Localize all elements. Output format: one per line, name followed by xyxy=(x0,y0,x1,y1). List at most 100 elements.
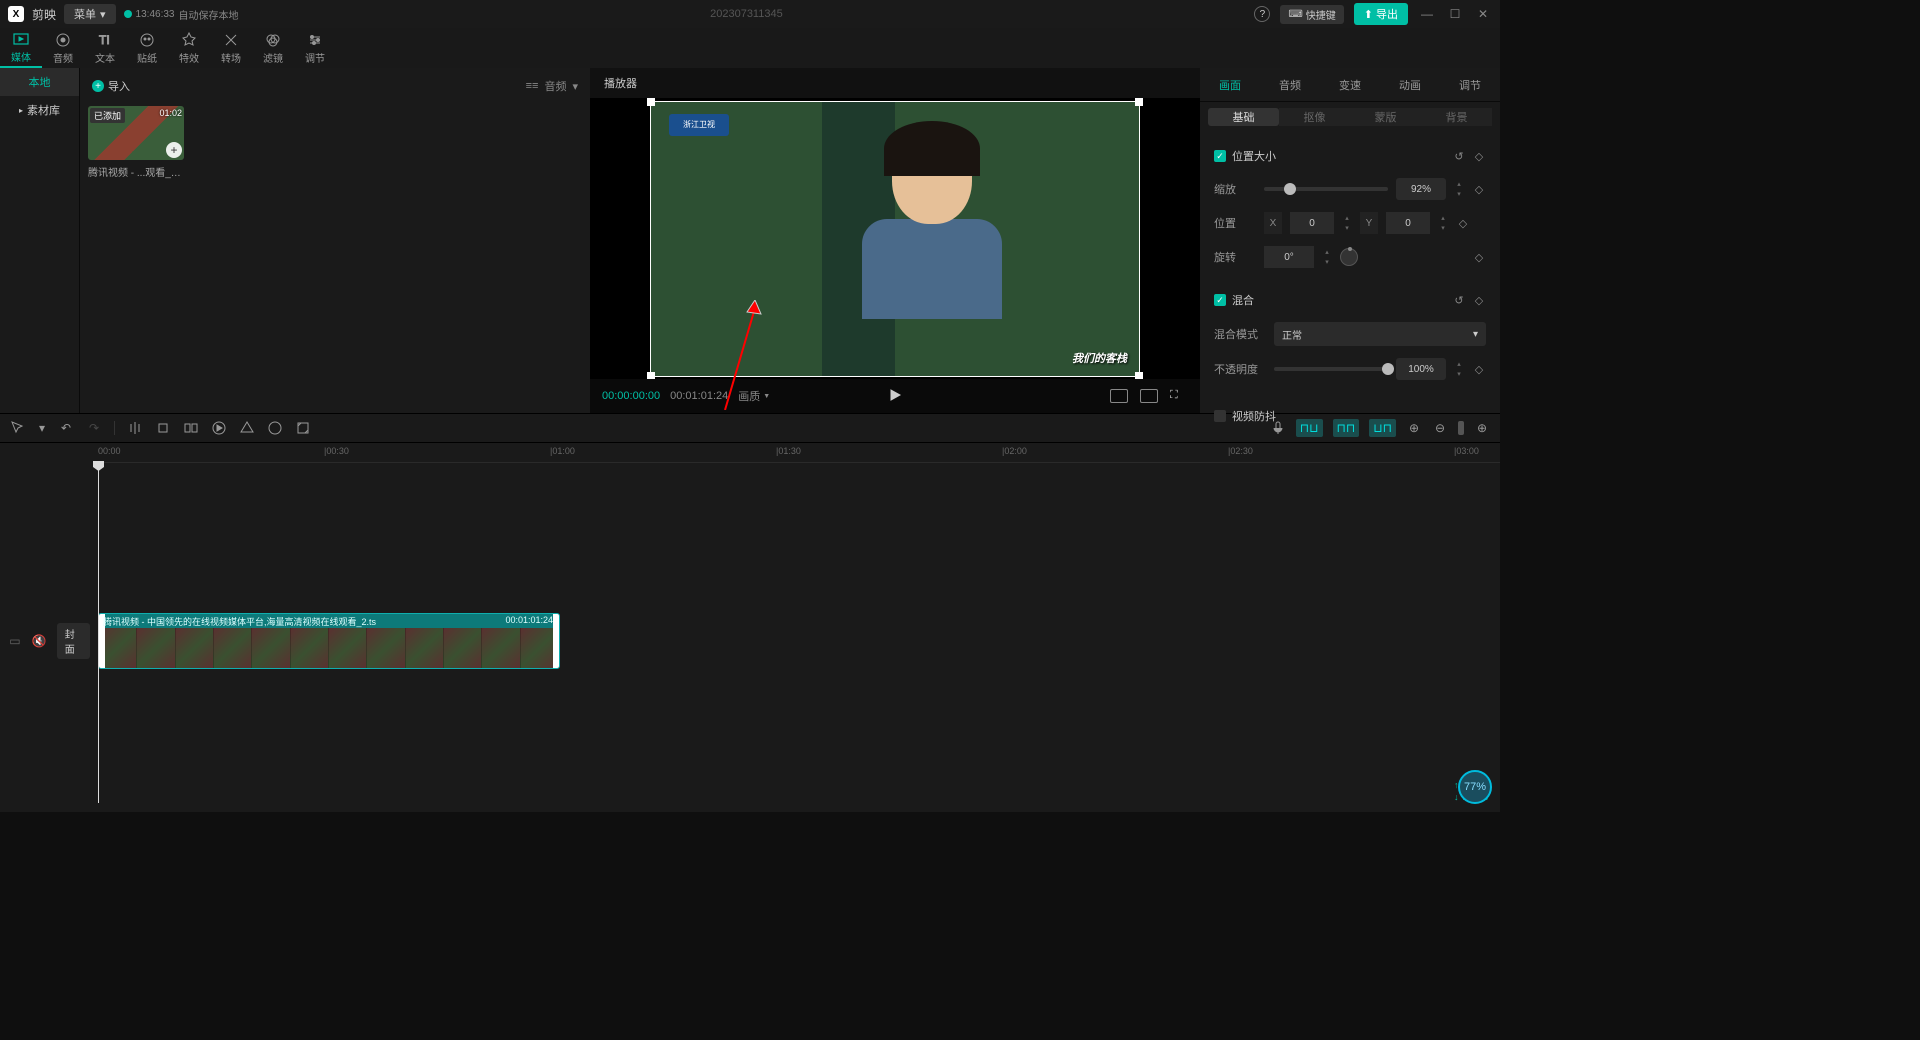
zoom-out-icon[interactable]: ⊖ xyxy=(1432,420,1448,436)
compare-icon[interactable] xyxy=(1110,389,1128,403)
lbl-x: X xyxy=(1264,212,1282,234)
export-button[interactable]: ⬆ 导出 xyxy=(1354,3,1408,25)
align-icon[interactable]: ⊕ xyxy=(1406,420,1422,436)
time-current: 00:00:00:00 xyxy=(602,390,660,402)
tab-filter[interactable]: 滤镜 xyxy=(252,28,294,68)
keyframe-position-icon[interactable]: ◇ xyxy=(1472,149,1486,163)
clip-duration: 00:01:01:24 xyxy=(505,615,553,625)
chk-position[interactable]: ✓ xyxy=(1214,150,1226,162)
tab-text[interactable]: TI文本 xyxy=(84,28,126,68)
shortcuts-button[interactable]: ⌨ 快捷键 xyxy=(1280,5,1343,24)
slider-opacity[interactable] xyxy=(1274,367,1388,371)
prop-tab-speed[interactable]: 变速 xyxy=(1320,68,1380,101)
tracks-area[interactable]: ▭ 🔇 封面 腾讯视频 - 中国领先的在线视频媒体平台,海量高清视频在线观看_2… xyxy=(0,463,1500,803)
prop-tab-audio[interactable]: 音频 xyxy=(1260,68,1320,101)
prop-tab-picture[interactable]: 画面 xyxy=(1200,68,1260,101)
keyframe-rot-icon[interactable]: ◇ xyxy=(1472,250,1486,264)
prop-tab-anim[interactable]: 动画 xyxy=(1380,68,1440,101)
svg-text:TI: TI xyxy=(99,33,110,47)
play-icon[interactable] xyxy=(888,388,902,405)
tab-transition[interactable]: 转场 xyxy=(210,28,252,68)
subtab-basic[interactable]: 基础 xyxy=(1208,108,1279,126)
rotate-icon[interactable] xyxy=(295,420,311,436)
freeze-icon[interactable] xyxy=(211,420,227,436)
thumb-added-badge: 已添加 xyxy=(90,108,125,123)
keyframe-opacity-icon[interactable]: ◇ xyxy=(1472,362,1486,376)
media-thumb[interactable]: 已添加 01:02 + 腾讯视频 - ...观看_2.ts xyxy=(88,106,184,179)
time-ruler[interactable]: 00:00 |00:30 |01:00 |01:30 |02:00 |02:30… xyxy=(98,443,1500,463)
properties-panel: 画面 音频 变速 动画 调节 基础 抠像 蒙版 背景 ✓ 位置大小 ↺ ◇ 缩放… xyxy=(1200,68,1500,413)
crop-left-icon[interactable] xyxy=(183,420,199,436)
app-name: 剪映 xyxy=(32,6,56,23)
scale-step-down[interactable]: ▾ xyxy=(1454,189,1464,199)
keyframe-scale-icon[interactable]: ◇ xyxy=(1472,182,1486,196)
tab-media[interactable]: 媒体 xyxy=(0,28,42,68)
import-button[interactable]: +导入 xyxy=(92,78,130,94)
pos-x-value[interactable]: 0 xyxy=(1290,212,1334,234)
select-tool-icon[interactable] xyxy=(10,420,26,436)
track-mute-icon[interactable]: 🔇 xyxy=(32,633,47,649)
tab-audio[interactable]: 音频 xyxy=(42,28,84,68)
lbl-opacity: 不透明度 xyxy=(1214,361,1266,377)
quality-dropdown[interactable]: 画质▼ xyxy=(738,388,770,404)
zoom-slider[interactable] xyxy=(1458,421,1464,435)
delete-icon[interactable] xyxy=(155,420,171,436)
keyframe-pos-icon[interactable]: ◇ xyxy=(1456,216,1470,230)
subtab-mask[interactable]: 蒙版 xyxy=(1350,108,1421,126)
sort-dropdown[interactable]: ≡≡音频▾ xyxy=(526,78,578,94)
player-title: 播放器 xyxy=(590,68,1200,98)
mic-icon[interactable] xyxy=(1270,420,1286,436)
pos-y-value[interactable]: 0 xyxy=(1386,212,1430,234)
subtab-cutout[interactable]: 抠像 xyxy=(1279,108,1350,126)
chk-blend[interactable]: ✓ xyxy=(1214,294,1226,306)
section-blend-title: 混合 xyxy=(1232,292,1254,308)
snap-aux-icon[interactable]: ⊓⊓ xyxy=(1333,419,1360,437)
slider-scale[interactable] xyxy=(1264,187,1388,191)
opacity-value[interactable]: 100% xyxy=(1396,358,1446,380)
side-tab-library[interactable]: ▸素材库 xyxy=(0,96,79,124)
reverse-icon[interactable] xyxy=(239,420,255,436)
zoom-in-icon[interactable]: ⊕ xyxy=(1474,420,1490,436)
split-icon[interactable] xyxy=(127,420,143,436)
video-clip[interactable]: 腾讯视频 - 中国领先的在线视频媒体平台,海量高清视频在线观看_2.ts 00:… xyxy=(98,613,560,669)
help-icon[interactable]: ? xyxy=(1254,6,1270,22)
clip-trim-right[interactable] xyxy=(553,614,559,668)
tab-sticker[interactable]: 贴纸 xyxy=(126,28,168,68)
scale-value[interactable]: 92% xyxy=(1396,178,1446,200)
undo-icon[interactable]: ↶ xyxy=(58,420,74,436)
side-tab-local[interactable]: 本地 xyxy=(0,68,79,96)
subtab-bg[interactable]: 背景 xyxy=(1421,108,1492,126)
chk-stabilize[interactable] xyxy=(1214,410,1226,422)
reset-blend-icon[interactable]: ↺ xyxy=(1452,293,1466,307)
scale-step-up[interactable]: ▴ xyxy=(1454,179,1464,189)
playhead[interactable] xyxy=(98,463,99,803)
minimize-icon[interactable]: — xyxy=(1418,5,1436,23)
resize-handle-tr[interactable] xyxy=(1135,98,1143,106)
prop-tab-adjust[interactable]: 调节 xyxy=(1440,68,1500,101)
close-icon[interactable]: ✕ xyxy=(1474,5,1492,23)
tab-adjust[interactable]: 调节 xyxy=(294,28,336,68)
blendmode-select[interactable]: 正常▾ xyxy=(1274,322,1486,346)
player-canvas[interactable]: 浙江卫视 我们的客栈 xyxy=(650,101,1140,377)
cover-button[interactable]: 封面 xyxy=(57,623,90,659)
lbl-y: Y xyxy=(1360,212,1378,234)
maximize-icon[interactable]: ☐ xyxy=(1446,5,1464,23)
player-viewport[interactable]: 浙江卫视 我们的客栈 xyxy=(590,98,1200,379)
tab-effect[interactable]: 特效 xyxy=(168,28,210,68)
reset-position-icon[interactable]: ↺ xyxy=(1452,149,1466,163)
menu-dropdown[interactable]: 菜单▾ xyxy=(64,4,116,24)
lbl-rotation: 旋转 xyxy=(1214,249,1256,265)
fullscreen-icon[interactable]: ⛶ xyxy=(1170,389,1188,403)
mirror-icon[interactable] xyxy=(267,420,283,436)
keyframe-blend-icon[interactable]: ◇ xyxy=(1472,293,1486,307)
snap-main-icon[interactable]: ⊓⊔ xyxy=(1296,419,1323,437)
ratio-icon[interactable] xyxy=(1140,389,1158,403)
resize-handle-tl[interactable] xyxy=(647,98,655,106)
redo-icon[interactable]: ↷ xyxy=(86,420,102,436)
track-lock-icon[interactable]: ▭ xyxy=(8,633,22,649)
thumb-add-icon[interactable]: + xyxy=(166,142,182,158)
select-mode-dropdown[interactable]: ▾ xyxy=(38,420,46,436)
rotation-wheel[interactable] xyxy=(1340,248,1358,266)
snap-alt-icon[interactable]: ⊔⊓ xyxy=(1369,419,1396,437)
rotation-value[interactable]: 0° xyxy=(1264,246,1314,268)
